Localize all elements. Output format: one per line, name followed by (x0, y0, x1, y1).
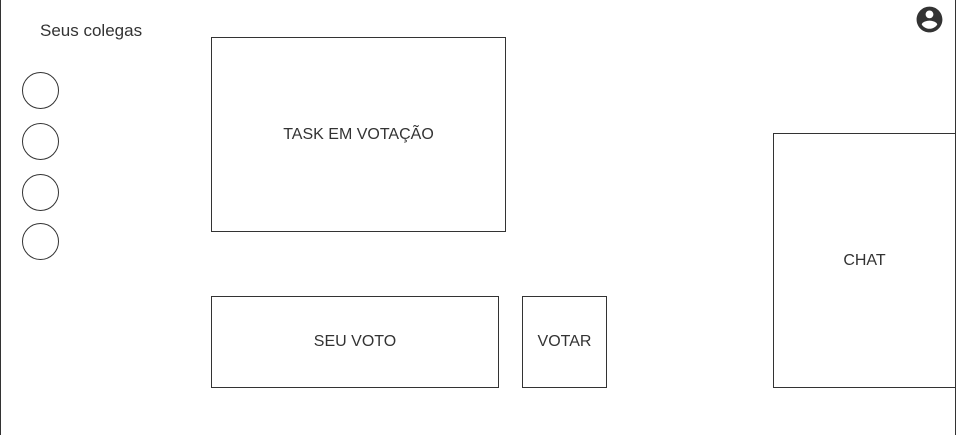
vote-button-label: VOTAR (537, 333, 592, 350)
colleague-avatar[interactable] (22, 72, 59, 109)
task-voting-panel: TASK EM VOTAÇÃO (211, 37, 506, 232)
colleague-avatar[interactable] (22, 123, 59, 160)
chat-panel[interactable]: CHAT (773, 133, 956, 388)
your-vote-label: SEU VOTO (313, 333, 397, 350)
vote-button[interactable]: VOTAR (522, 296, 607, 388)
task-voting-label: TASK EM VOTAÇÃO (283, 125, 434, 143)
colleagues-title: Seus colegas (40, 21, 143, 40)
account-circle-icon[interactable] (914, 4, 945, 35)
your-vote-field[interactable]: SEU VOTO (211, 296, 499, 388)
chat-label: CHAT (843, 251, 886, 269)
colleague-avatar[interactable] (22, 223, 59, 260)
colleague-avatar[interactable] (22, 174, 59, 211)
